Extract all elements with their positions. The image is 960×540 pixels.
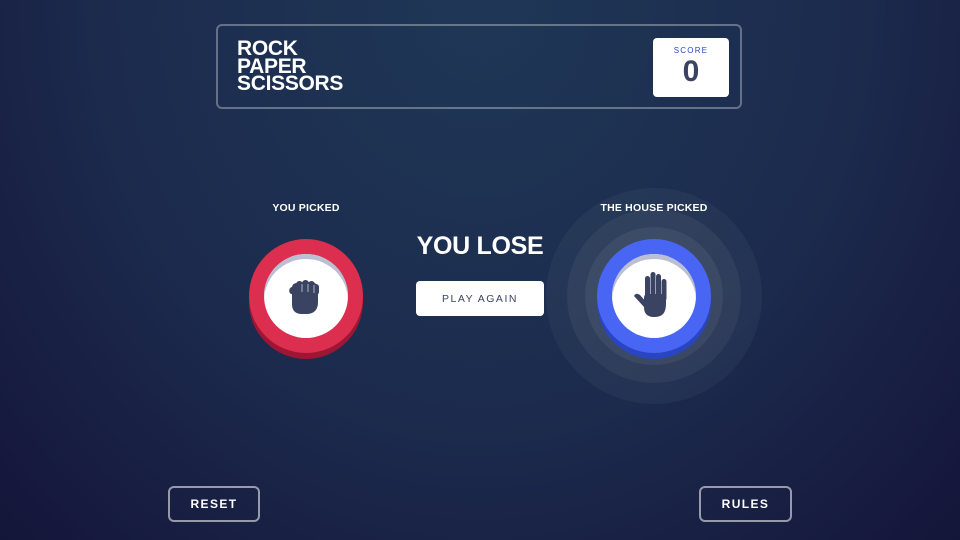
play-again-button[interactable]: PLAY AGAIN bbox=[416, 281, 544, 316]
result-text: YOU LOSE bbox=[416, 232, 544, 260]
score-value: 0 bbox=[682, 55, 700, 88]
title-line-scissors: Scissors bbox=[237, 72, 344, 95]
rules-button[interactable]: RULES bbox=[699, 486, 792, 522]
house-token-face bbox=[612, 254, 696, 338]
reset-button[interactable]: RESET bbox=[168, 486, 260, 522]
you-picked-label: You Picked bbox=[272, 202, 340, 214]
open-hand-icon bbox=[634, 272, 667, 317]
score-box: Score 0 bbox=[653, 38, 729, 97]
score-label: Score bbox=[673, 46, 709, 55]
game-title: Rock Paper Scissors bbox=[237, 38, 437, 95]
house-paper-token bbox=[597, 239, 711, 353]
player-token-face bbox=[264, 254, 348, 338]
fist-icon bbox=[289, 280, 319, 314]
game-header: Rock Paper Scissors Score 0 bbox=[216, 24, 742, 109]
player-rock-token bbox=[249, 239, 363, 353]
